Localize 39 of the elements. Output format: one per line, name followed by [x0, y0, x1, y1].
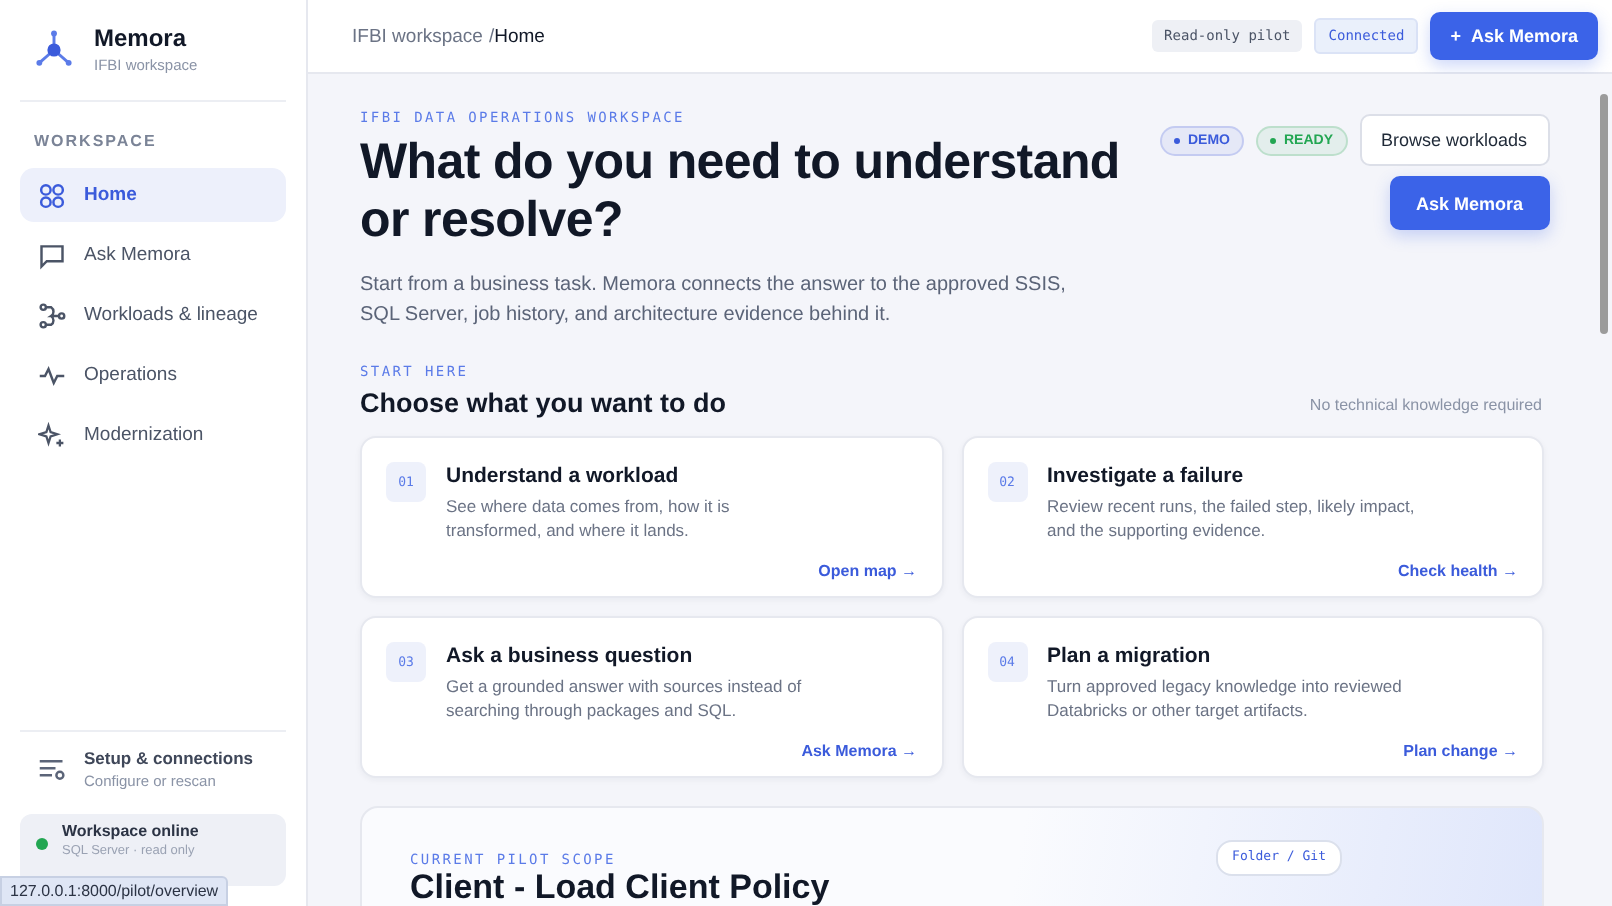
card-link[interactable]: Check health →: [1397, 561, 1518, 579]
brand-name: Memora: [94, 24, 189, 52]
flow-icon: [38, 301, 66, 329]
breadcrumb-link[interactable]: IFBI workspace: [352, 25, 483, 47]
card-title: Ask a business question: [446, 643, 695, 667]
logo-icon: [32, 27, 76, 71]
breadcrumb-separator: /: [488, 25, 495, 47]
ask-memora-button[interactable]: Ask Memora: [1390, 176, 1550, 230]
card-link[interactable]: Open map →: [818, 561, 917, 579]
card-description: Turn approved legacy knowledge into reviewed Databricks or other target artifacts.: [1047, 673, 1404, 724]
pulse-icon: [38, 361, 66, 389]
card-description: Get a grounded answer with sources instead of searching through packages and SQL.: [446, 673, 804, 724]
page-heading: What do you need to understand or resolve?: [360, 134, 1122, 249]
hint-text: No technical knowledge required: [1309, 395, 1542, 413]
section-label: WORKSPACE: [34, 132, 159, 150]
intro-text: Start from a business task. Memora connects the answer to the approved SSIS, SQL Server, job history, and architecture evidence behind it.: [360, 271, 1068, 330]
status-bar-url: 127.0.0.1:8000/pilot/overview: [0, 876, 229, 906]
ask-memora-button[interactable]: + Ask Memora: [1430, 12, 1598, 60]
card-description: Review recent runs, the failed step, likely impact, and the supporting evidence.: [1047, 493, 1417, 544]
sparkle-icon: [38, 421, 66, 449]
card-title: Understand a workload: [446, 463, 681, 487]
sidebar-item[interactable]: Workloads & lineage: [20, 288, 286, 342]
card-link[interactable]: Ask Memora →: [801, 741, 917, 759]
settings-icon: [38, 755, 66, 783]
card-link[interactable]: Plan change →: [1403, 741, 1518, 759]
sidebar-item[interactable]: Ask Memora: [20, 228, 286, 282]
scope-title: Client - Load Client Policy: [410, 869, 830, 906]
sidebar-item[interactable]: Operations: [20, 348, 286, 402]
card-title: Investigate a failure: [1047, 463, 1246, 487]
section-heading: Choose what you want to do: [360, 387, 726, 417]
card-description: See where data comes from, how it is transformed, and where it lands.: [446, 493, 732, 544]
grid-icon: [38, 181, 66, 209]
chat-icon: [38, 241, 66, 269]
browse-workloads-button[interactable]: Browse workloads: [1359, 114, 1550, 166]
sidebar-item[interactable]: Modernization: [20, 408, 286, 462]
sidebar-item[interactable]: Home: [20, 168, 286, 222]
card-title: Plan a migration: [1047, 643, 1213, 667]
status-title: Workspace online: [62, 822, 199, 840]
breadcrumb-current: Home: [494, 25, 545, 47]
